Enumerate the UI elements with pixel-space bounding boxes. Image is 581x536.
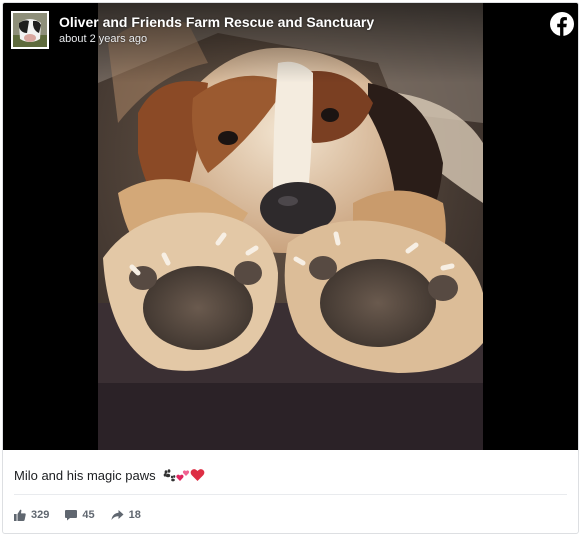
like-count-button[interactable]: 329 bbox=[14, 509, 49, 521]
like-count: 329 bbox=[31, 509, 50, 521]
comment-count: 45 bbox=[82, 509, 95, 521]
two-hearts-icon bbox=[176, 468, 190, 485]
thumbs-up-icon bbox=[14, 509, 26, 521]
facebook-icon[interactable] bbox=[550, 12, 574, 36]
paw-prints-icon bbox=[162, 468, 176, 485]
divider bbox=[14, 494, 567, 495]
post-video[interactable]: Oliver and Friends Farm Rescue and Sanct… bbox=[3, 3, 578, 450]
caption-text: Milo and his magic paws bbox=[14, 468, 156, 483]
comment-count-button[interactable]: 45 bbox=[65, 509, 95, 521]
engagement-stats: 329 45 18 bbox=[14, 509, 157, 521]
share-arrow-icon bbox=[111, 510, 124, 520]
facebook-post-embed: Oliver and Friends Farm Rescue and Sanct… bbox=[2, 2, 579, 534]
comment-icon bbox=[65, 510, 78, 521]
red-heart-icon bbox=[190, 468, 205, 485]
page-name-link[interactable]: Oliver and Friends Farm Rescue and Sanct… bbox=[59, 14, 374, 30]
post-caption: Milo and his magic paws bbox=[14, 468, 205, 485]
share-count-button[interactable]: 18 bbox=[111, 509, 141, 521]
cow-avatar-image bbox=[13, 13, 47, 47]
page-avatar[interactable] bbox=[11, 11, 49, 49]
post-timestamp[interactable]: about 2 years ago bbox=[59, 33, 147, 45]
share-count: 18 bbox=[128, 509, 141, 521]
